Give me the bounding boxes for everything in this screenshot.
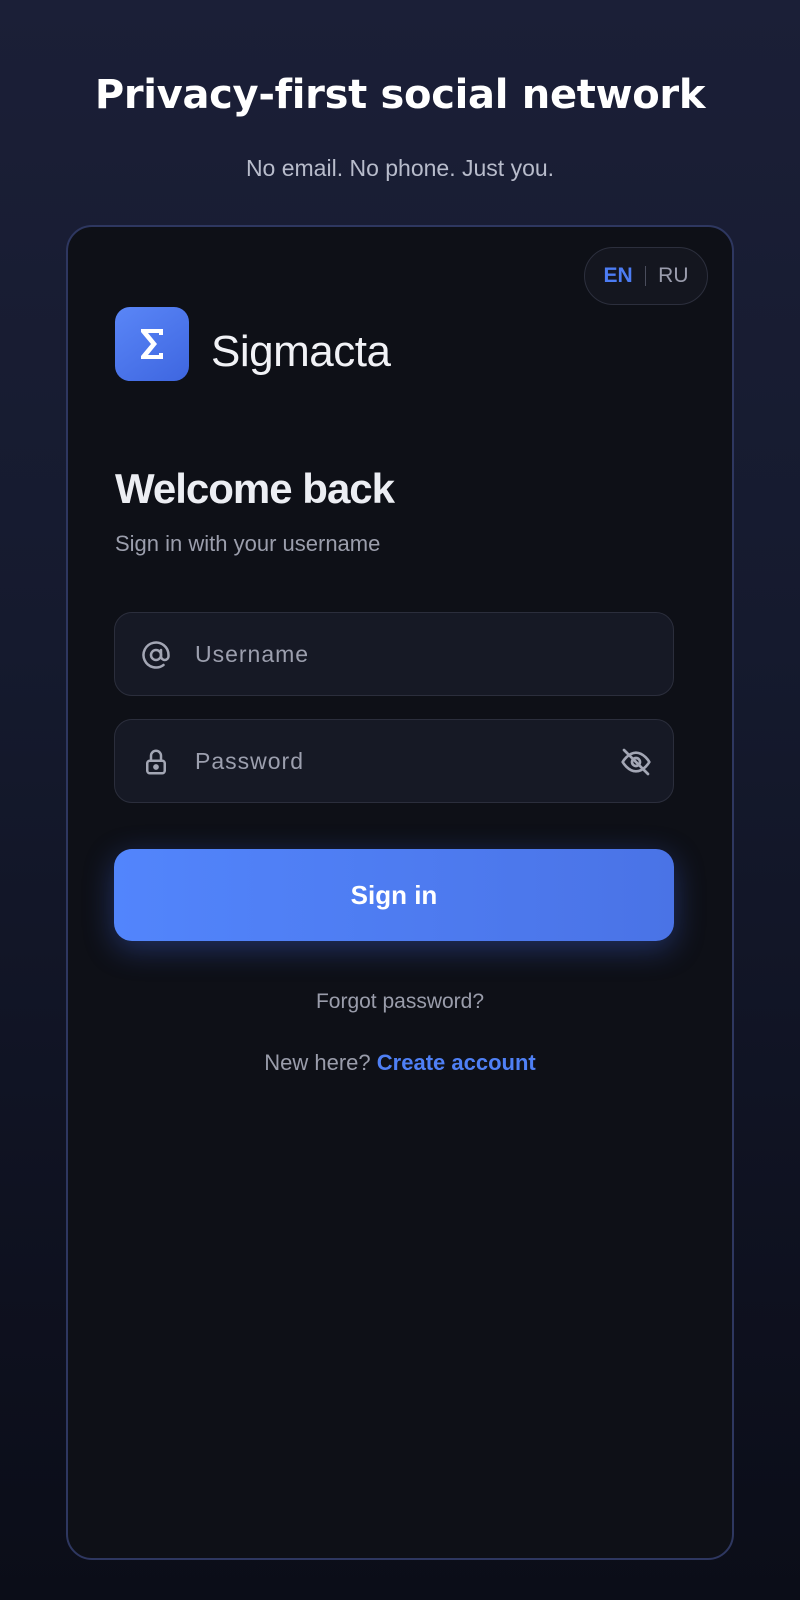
lang-option-ru[interactable]: RU (658, 264, 688, 288)
language-switch[interactable]: EN RU (584, 247, 708, 305)
username-field[interactable] (114, 612, 674, 696)
lock-icon (146, 749, 166, 775)
username-input[interactable] (195, 613, 615, 695)
lang-divider (644, 266, 647, 286)
app-name: Sigmacta (211, 327, 391, 376)
lang-option-en[interactable]: EN (603, 264, 632, 288)
register-prompt-text: New here? (264, 1050, 371, 1075)
sign-in-button[interactable]: Sign in (114, 849, 674, 941)
eye-off-icon[interactable] (619, 746, 653, 778)
register-prompt: New here? Create account (68, 1050, 732, 1076)
page-title: Welcome back (115, 465, 395, 512)
password-field[interactable] (114, 719, 674, 803)
at-sign-icon (142, 641, 170, 669)
create-account-link[interactable]: Create account (377, 1050, 536, 1075)
login-card: EN RU Sigmacta Welcome back Sign in with… (66, 225, 734, 1560)
page-subtitle: Sign in with your username (115, 531, 381, 556)
hero-subtitle: No email. No phone. Just you. (245, 155, 555, 181)
forgot-password-link[interactable]: Forgot password? (68, 990, 732, 1014)
sigma-logo-icon (115, 307, 189, 381)
password-input[interactable] (195, 720, 615, 802)
hero-title: Privacy-first social network (94, 72, 706, 118)
